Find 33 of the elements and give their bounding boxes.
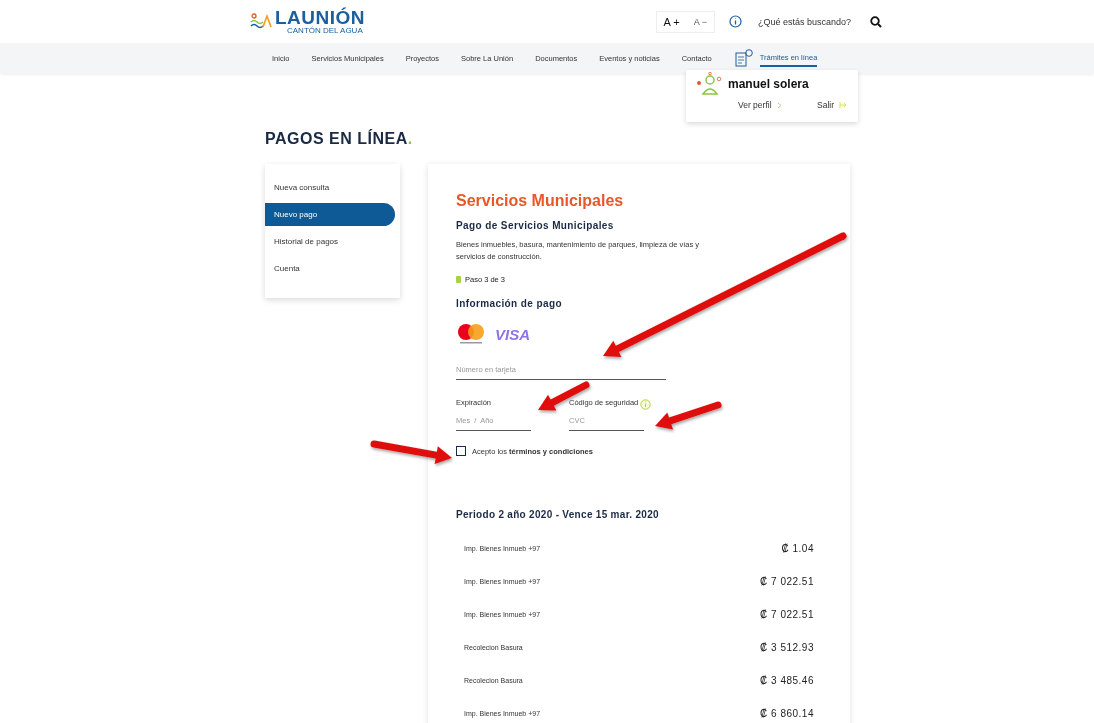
search-icon[interactable]: [870, 15, 882, 28]
annotation-arrow: [655, 401, 722, 430]
info-icon[interactable]: [729, 15, 742, 28]
sidebar-item[interactable]: Cuenta: [265, 257, 400, 280]
visa-logo: VISA: [495, 325, 530, 343]
charge-amount: ₡ 3 512.93: [760, 642, 814, 653]
charge-amount: ₡ 7 022.51: [760, 576, 814, 587]
card-title: Servicios Municipales: [456, 192, 625, 210]
mastercard-logo-icon: [456, 323, 486, 345]
step-indicator-icon: [456, 276, 461, 283]
charge-amount: ₡ 3 485.46: [760, 675, 814, 686]
chevron-icon: [776, 101, 782, 109]
period-title: Periodo 2 año 2020 - Vence 15 mar. 2020: [456, 509, 660, 520]
logo-tagline: CANTÓN DEL AGUA: [287, 26, 364, 36]
charge-amount: ₡ 6 860.14: [760, 708, 814, 719]
logout-icon: [839, 101, 848, 109]
user-icon: [696, 72, 722, 96]
document-icon: [733, 49, 754, 67]
charge-amount: ₡ 1.04: [781, 543, 814, 554]
sidebar-item[interactable]: Nueva consulta: [265, 176, 400, 199]
card-subtitle: Pago de Servicios Municipales: [456, 220, 615, 231]
sidebar-item[interactable]: Nuevo pago: [265, 203, 395, 226]
section-title: Información de pago: [456, 298, 563, 309]
charge-amount: ₡ 7 022.51: [760, 609, 814, 620]
user-name: manuel solera: [728, 77, 809, 91]
waves-logo-icon: [250, 13, 272, 30]
logo-name: LAUNIÓN: [275, 7, 366, 27]
page-title: PAGOS EN LÍNEA.: [265, 130, 413, 147]
profile-link[interactable]: Ver perfil: [738, 100, 772, 110]
logout-link[interactable]: Salir: [817, 100, 834, 110]
sidebar-item[interactable]: Historial de pagos: [265, 230, 400, 253]
checkbox[interactable]: [456, 446, 466, 456]
logo[interactable]: LAUNIÓN CANTÓN DEL AGUA: [250, 7, 366, 36]
